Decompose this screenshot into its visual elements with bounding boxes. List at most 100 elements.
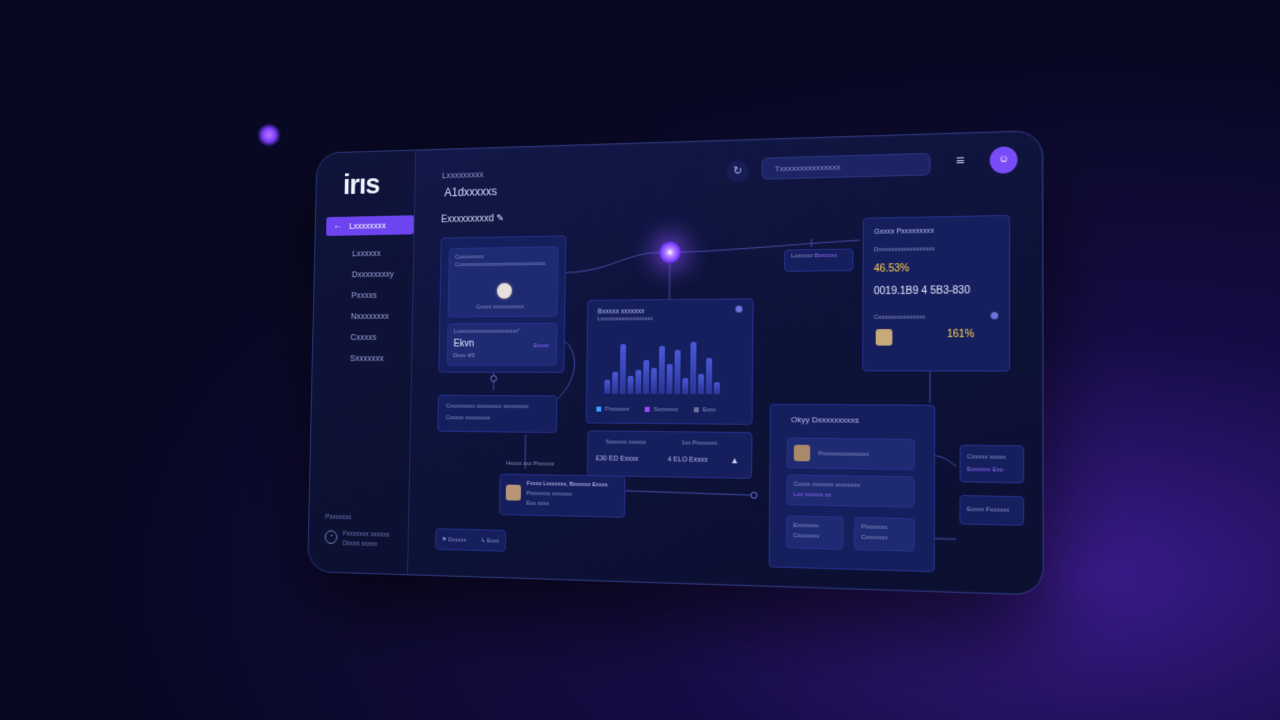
metrics-title: Gxxxx Pxxxxxxxxx — [874, 227, 935, 236]
legend-label-3: Exxx — [702, 407, 716, 414]
sidebar-footer: Pxxxxxxx ◔ Fxxxxxxx xxxxxx Dxxxx xxxxx — [324, 514, 407, 549]
note-line-1: Cxxxxxxxxx xxxxxxxxx xxxxxxxxx — [445, 403, 529, 411]
section-title-text: Exxxxxxxxxd — [441, 213, 494, 226]
arrow-up-icon[interactable]: ▲ — [730, 455, 739, 465]
section-title: Exxxxxxxxxd ✎ — [441, 213, 504, 225]
insights-card[interactable]: Okyy Dxxxxxxxxxs Pxxxxxxxxxxxxxxx Cxxxx … — [768, 403, 936, 573]
app-window: irıs ← Lxxxxxxxx Lxxxxxx Dxxxxxxxxy Pxxx… — [307, 129, 1044, 596]
insights-avatar — [793, 444, 811, 462]
insights-row-2[interactable]: Cxxxx xxxxxxx xxxxxxxx Lxx xxxxxx xx — [786, 474, 915, 508]
chart-bar — [658, 346, 666, 395]
stats-label-2: 1xx Pxxxxxxx — [681, 440, 718, 447]
side-right-card-2[interactable]: Exxxx Fxxxxxx — [959, 494, 1025, 526]
stats-value-2: 4 ELO Exxxx — [667, 456, 708, 464]
flow-small-card[interactable]: Lxxxxxx Bxxxxxx — [783, 248, 854, 272]
page-title: A1dxxxxxs — [444, 184, 498, 200]
insights-btn-2b: Cxxxxxxx — [861, 534, 888, 542]
chart-legend: Pxxxxxxx Sxxxxxxx Exxx — [596, 406, 716, 414]
metrics-pct-1: 46.53% — [873, 263, 910, 275]
chart-bar — [627, 375, 634, 394]
metrics-row-label: Cxxxxxxxxxxxxxxx — [873, 314, 926, 321]
metrics-subtitle: Dxxxxxxxxxxxxxxxxxx — [874, 246, 935, 254]
chart-bar — [674, 349, 681, 395]
sidebar-item-5[interactable]: Cxxxxs — [324, 327, 412, 346]
person-sub-2: Exx xxxx — [526, 500, 549, 508]
person-avatar — [505, 484, 522, 501]
footer-user[interactable]: ◔ Fxxxxxxx xxxxxx Dxxxx xxxxx — [324, 530, 407, 549]
legend-label-2: Sxxxxxxx — [653, 406, 679, 414]
chart-bar — [697, 374, 705, 395]
chart-bar — [604, 379, 611, 394]
sidebar-item-3[interactable]: Pxxxxs — [325, 285, 413, 305]
profile-caption-2: Cxxxxxxxxxxxxxxxxxxxxxxxxxxxxxxx — [454, 261, 546, 269]
person-sub-1: Pxxxxxxx xxxxxxx — [526, 490, 572, 498]
filter-menu-icon[interactable]: ≡ — [956, 152, 965, 169]
profile-name: Ekvn — [453, 338, 475, 350]
sidebar-item-4[interactable]: Nxxxxxxxx — [324, 306, 412, 326]
chart-bar — [611, 371, 619, 394]
person-name: Fxxxx Lxxxxxxx, Bxxxxxx Exxxx — [526, 480, 608, 489]
stats-card[interactable]: Sxxxxxx xxxxxx 1xx Pxxxxxxx £30 ЕD Exxxx… — [586, 430, 753, 479]
metrics-pct-2: 161% — [947, 328, 975, 341]
app-logo: irıs — [342, 168, 380, 201]
insights-btn-1a: Exxxxxxx — [793, 522, 819, 530]
chart-bar — [635, 369, 642, 394]
insights-title: Okyy Dxxxxxxxxxs — [790, 415, 860, 425]
side-right-label-1: Cxxxxx xxxxx — [967, 454, 1006, 461]
chart-info-icon[interactable] — [735, 305, 743, 313]
chart-bar — [666, 364, 673, 395]
sidebar-item-active[interactable]: ← Lxxxxxxxx — [326, 215, 414, 236]
flow-small-label-text: Lxxxxxx — [791, 253, 813, 260]
person-card[interactable]: Fxxxx Lxxxxxxx, Bxxxxxx Exxxx Pxxxxxxx x… — [498, 473, 626, 518]
sidebar-item-2[interactable]: Dxxxxxxxxy — [325, 264, 413, 284]
chart-card[interactable]: Bxxxxx xxxxxxx Lxxxxxxxxxxxxxxxxxx Pxxxx… — [585, 298, 754, 425]
insights-btn-1[interactable]: Exxxxxxx Cxxxxxxx — [786, 515, 844, 550]
bar-chart — [604, 330, 742, 395]
pencil-icon[interactable]: ✎ — [496, 213, 504, 224]
chart-bar — [690, 341, 697, 395]
header-subtitle: Lxxxxxxxxx — [441, 169, 484, 181]
insights-btn-1b: Cxxxxxxx — [793, 533, 820, 540]
chart-bar — [643, 360, 650, 394]
footer-user-sub: Dxxxx xxxxx — [342, 540, 378, 549]
legend-label-1: Pxxxxxxx — [604, 406, 630, 413]
metrics-card[interactable]: Gxxxx Pxxxxxxxxx Dxxxxxxxxxxxxxxxxxx 46.… — [862, 214, 1011, 372]
sidebar-item-1[interactable]: Lxxxxxx — [325, 243, 413, 263]
chart-bar — [682, 378, 689, 395]
flow-small-value: Bxxxxxx — [814, 252, 837, 260]
metrics-toggle-icon[interactable] — [990, 311, 999, 320]
metrics-code: 0019.1B9 4 5B3-830 — [873, 285, 971, 298]
note-card[interactable]: Cxxxxxxxxx xxxxxxxxx xxxxxxxxx Cxxxxx xx… — [437, 394, 558, 433]
profile-card-top: Cxxxxxxxxx Cxxxxxxxxxxxxxxxxxxxxxxxxxxxx… — [447, 246, 559, 318]
bottom-bar-left: ⚑ Dxxxxx — [441, 537, 467, 544]
bottom-bar-right-text: Exxx — [486, 538, 500, 545]
insights-row-1[interactable]: Pxxxxxxxxxxxxxxx — [786, 437, 916, 471]
chart-title: Bxxxxx xxxxxxx — [597, 308, 645, 316]
insights-row-1-text: Pxxxxxxxxxxxxxxx — [818, 451, 869, 459]
insights-btn-2a: Pxxxxxxx — [861, 524, 888, 532]
bottom-bar-left-text: Dxxxxx — [448, 537, 467, 544]
search-input[interactable]: Txxxxxxxxxxxxxxx — [761, 152, 931, 180]
metrics-avatar — [875, 329, 893, 346]
sidebar-item-label: Lxxxxxxxx — [349, 220, 386, 231]
stats-label-1: Sxxxxxx xxxxxx — [605, 439, 647, 446]
flow-label: Hxxxx xxx Pxxxxxx — [506, 460, 555, 468]
profile-caption-1: Cxxxxxxxxx — [455, 254, 484, 261]
insights-btn-2[interactable]: Pxxxxxxx Cxxxxxxx — [853, 516, 915, 552]
bottom-bar[interactable]: ⚑ Dxxxxx ↳ Exxx — [435, 528, 507, 552]
footer-user-name: Fxxxxxxx xxxxxx — [342, 530, 390, 539]
chart-bar — [713, 382, 720, 395]
side-right-card-1[interactable]: Cxxxxx xxxxx Exxxxxx Exx — [959, 444, 1025, 484]
insights-row-2b-text: Lxx xxxxxx xx — [793, 491, 832, 499]
bottom-bar-right: ↳ Exxx — [480, 538, 500, 545]
chart-subtitle: Lxxxxxxxxxxxxxxxxxx — [597, 316, 654, 323]
legend-item-3: Exxx — [693, 407, 716, 414]
flow-small-label: Lxxxxxx Bxxxxxx — [791, 253, 846, 260]
profile-card[interactable]: Cxxxxxxxxx Cxxxxxxxxxxxxxxxxxxxxxxxxxxxx… — [438, 235, 567, 373]
sidebar-item-6[interactable]: Sxxxxxxx — [323, 348, 411, 367]
legend-item-2: Sxxxxxxx — [644, 406, 679, 414]
insights-row-2-text: Cxxxx xxxxxxx xxxxxxxx — [793, 481, 861, 489]
stats-value-1: £30 ЕD Exxxx — [595, 455, 639, 463]
note-line-2: Cxxxxx xxxxxxxxx — [445, 415, 491, 422]
side-right-label-2: Exxxx Fxxxxxx — [966, 506, 1010, 514]
